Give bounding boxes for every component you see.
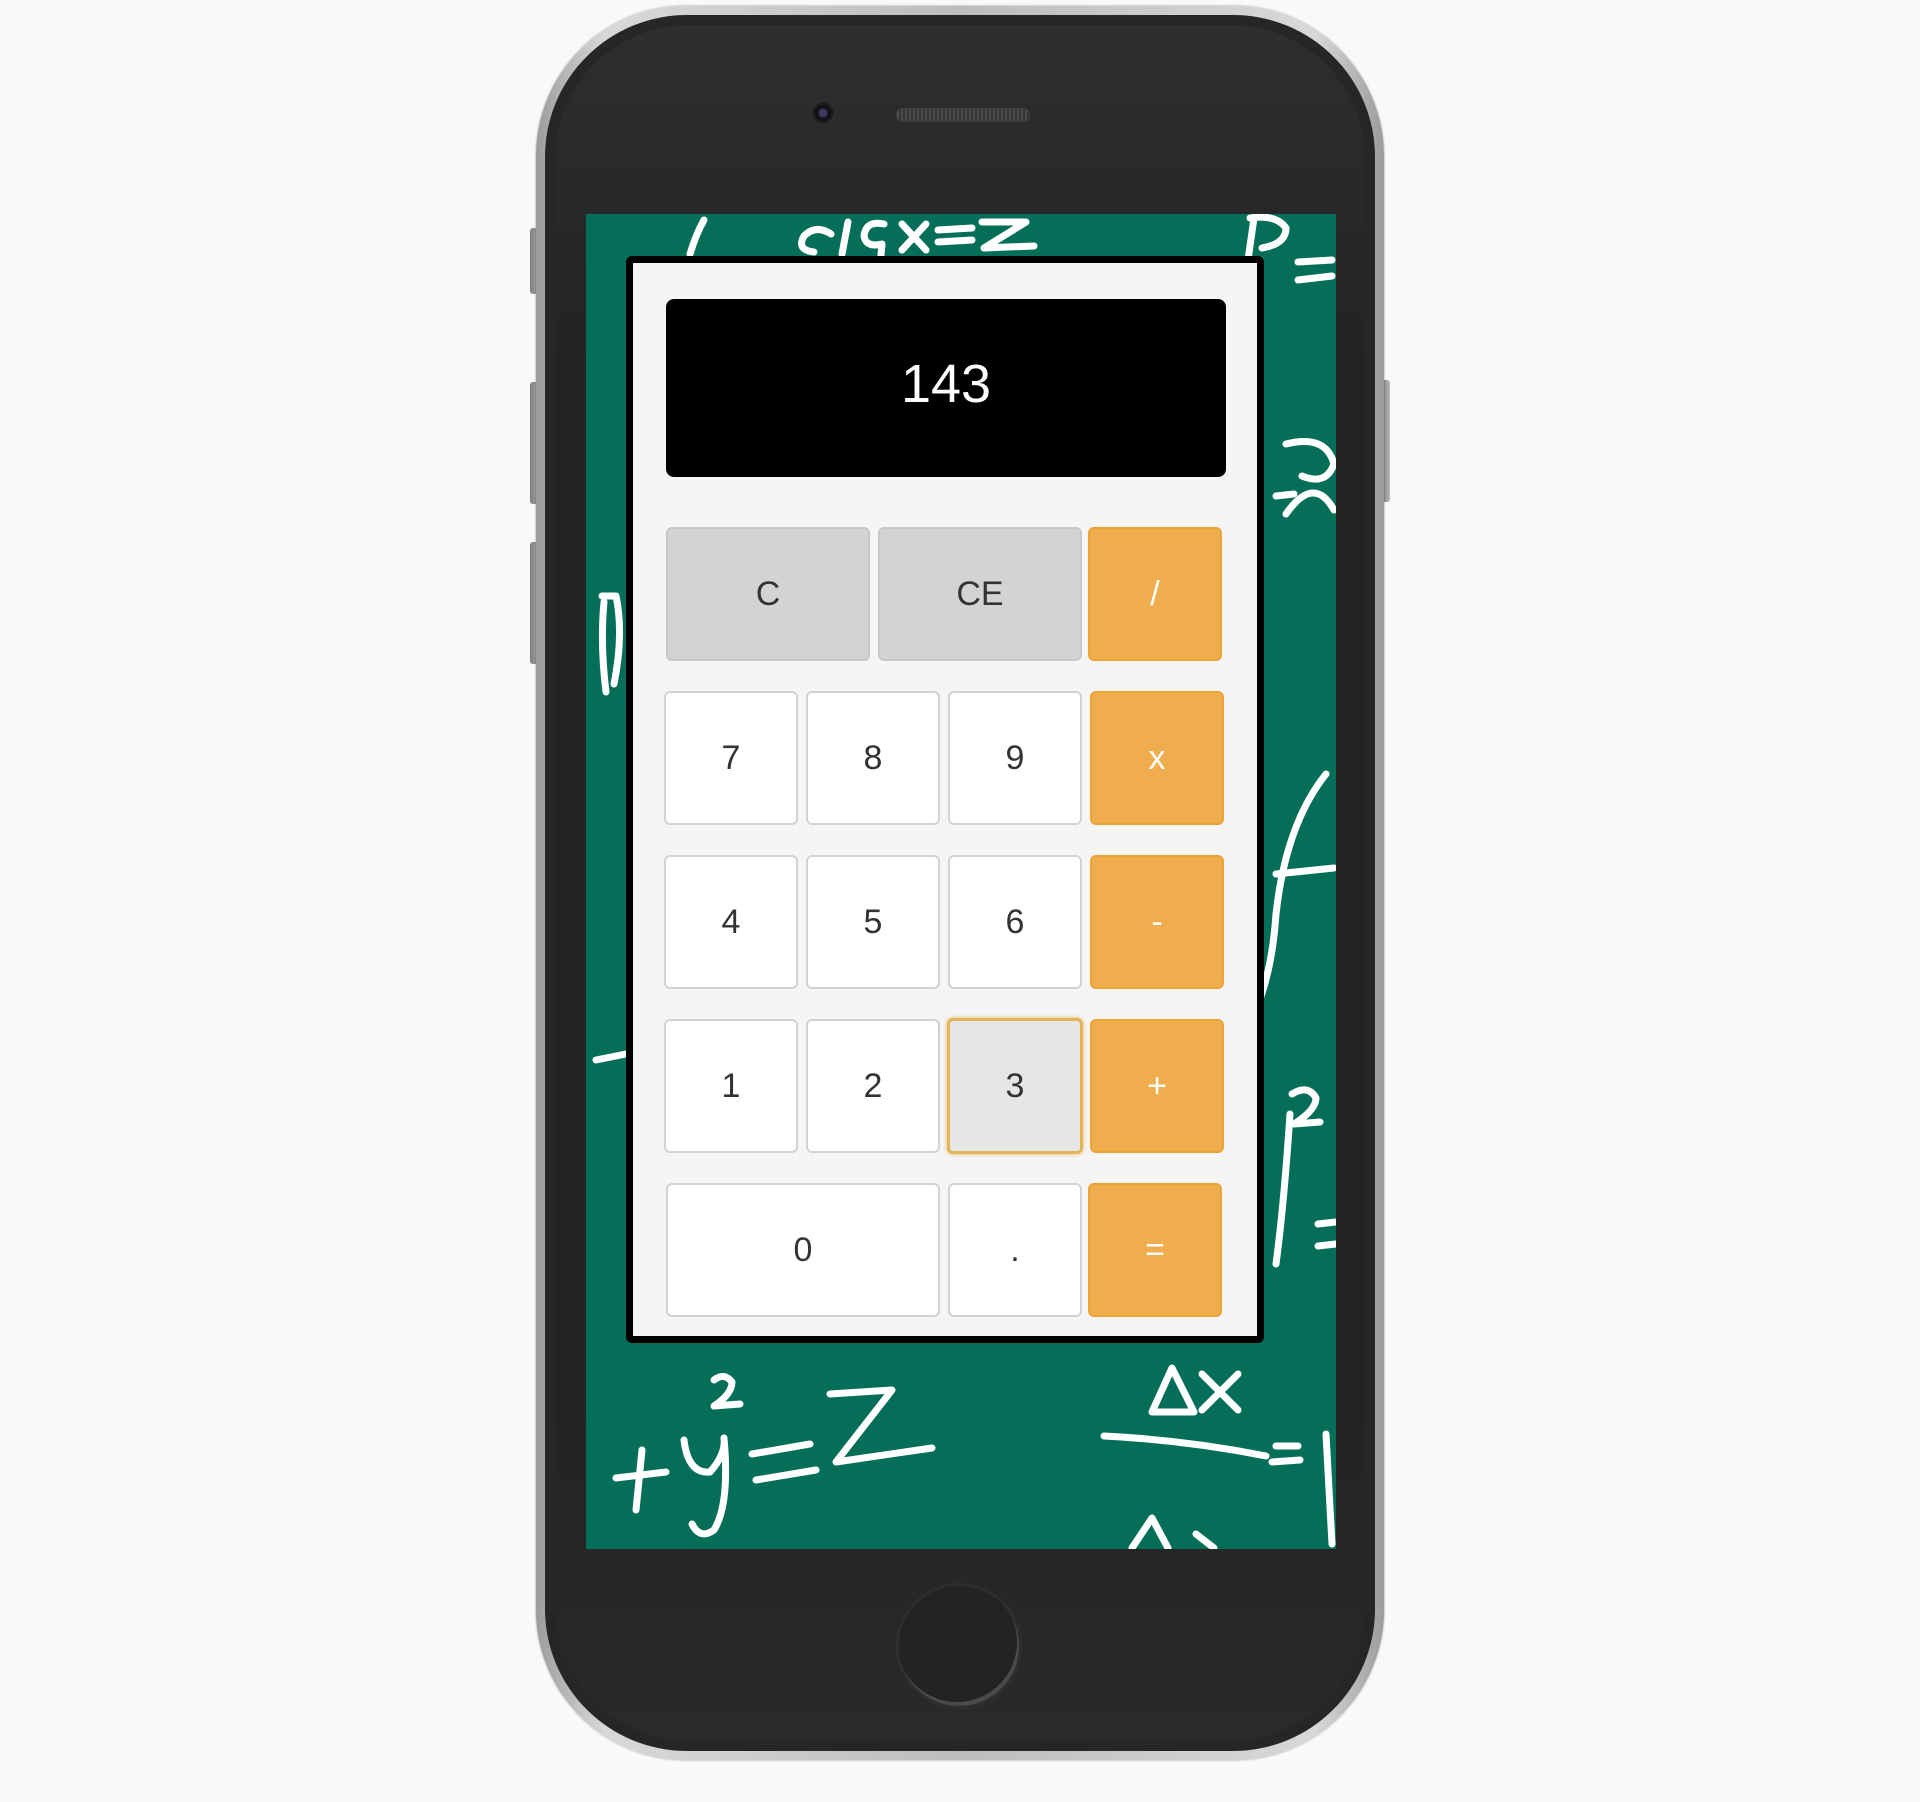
- decimal-button[interactable]: .: [948, 1183, 1082, 1317]
- front-camera-icon: [812, 102, 834, 124]
- page: 143 C CE / 7 8 9 x 4 5 6 - 1 2 3 + 0 . =: [0, 0, 1920, 1802]
- divide-button[interactable]: /: [1088, 527, 1222, 661]
- equals-button[interactable]: =: [1088, 1183, 1222, 1317]
- earpiece-speaker: [896, 108, 1030, 122]
- calculator: 143 C CE / 7 8 9 x 4 5 6 - 1 2 3 + 0 . =: [626, 256, 1264, 1343]
- digit-0-button[interactable]: 0: [666, 1183, 940, 1317]
- digit-8-button[interactable]: 8: [806, 691, 940, 825]
- phone-screen: 143 C CE / 7 8 9 x 4 5 6 - 1 2 3 + 0 . =: [586, 214, 1336, 1549]
- digit-6-button[interactable]: 6: [948, 855, 1082, 989]
- digit-3-button[interactable]: 3: [947, 1018, 1083, 1154]
- digit-4-button[interactable]: 4: [664, 855, 798, 989]
- multiply-button[interactable]: x: [1090, 691, 1224, 825]
- subtract-button[interactable]: -: [1090, 855, 1224, 989]
- clear-entry-button[interactable]: CE: [878, 527, 1082, 661]
- digit-2-button[interactable]: 2: [806, 1019, 940, 1153]
- home-button[interactable]: [896, 1583, 1022, 1709]
- digit-7-button[interactable]: 7: [664, 691, 798, 825]
- digit-5-button[interactable]: 5: [806, 855, 940, 989]
- digit-1-button[interactable]: 1: [664, 1019, 798, 1153]
- clear-button[interactable]: C: [666, 527, 870, 661]
- add-button[interactable]: +: [1090, 1019, 1224, 1153]
- digit-9-button[interactable]: 9: [948, 691, 1082, 825]
- calculator-display: 143: [666, 299, 1226, 477]
